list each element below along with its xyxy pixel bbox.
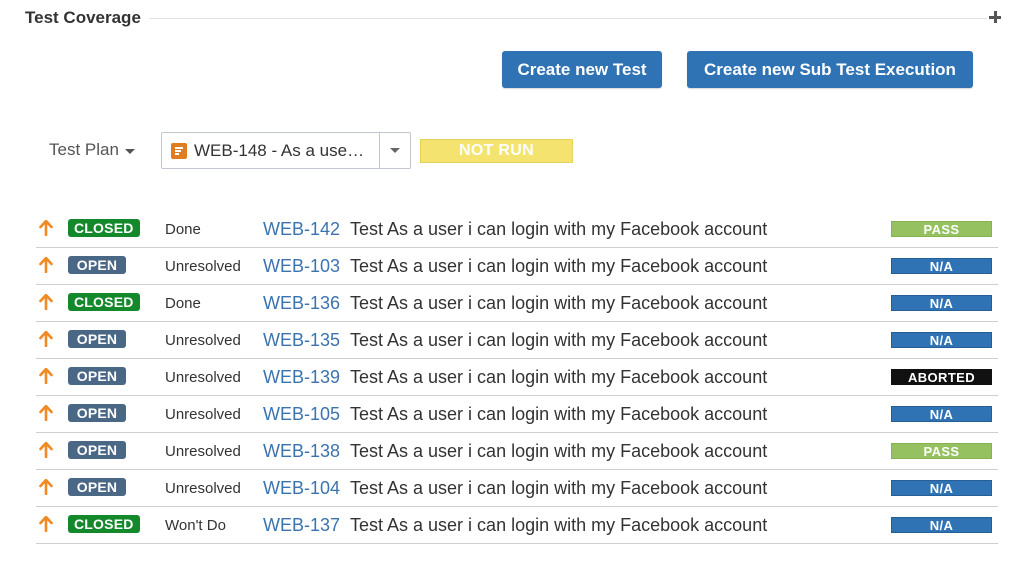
issue-status-badge: CLOSED: [68, 515, 140, 533]
execution-status-badge: PASS: [891, 221, 992, 237]
resolution-text: Unresolved: [165, 480, 241, 497]
execution-status-badge: N/A: [891, 406, 992, 422]
resolution-text: Unresolved: [165, 406, 241, 423]
issue-status-badge: OPEN: [68, 404, 126, 422]
test-row: CLOSED Won't Do WEB-137 Test As a user i ca…: [36, 507, 998, 544]
execution-status-badge: ABORTED: [891, 369, 992, 385]
create-new-test-button[interactable]: Create new Test: [502, 51, 662, 88]
test-row: OPEN Unresolved WEB-104 Test As a user i ca…: [36, 470, 998, 507]
resolution-text: Done: [165, 295, 201, 312]
chevron-down-icon[interactable]: [390, 148, 400, 153]
overall-status-badge: NOT RUN: [420, 139, 573, 163]
issue-status-badge: CLOSED: [68, 293, 140, 311]
caret-down-icon: [124, 148, 135, 154]
resolution-text: Unresolved: [165, 369, 241, 386]
priority-high-arrow-icon: [39, 368, 53, 384]
test-plan-selected-value: WEB-148 - As a use…: [194, 141, 365, 160]
test-row: OPEN Unresolved WEB-138 Test As a user i ca…: [36, 433, 998, 470]
execution-status-badge: PASS: [891, 443, 992, 459]
resolution-text: Unresolved: [165, 443, 241, 460]
issue-key-link[interactable]: WEB-105: [263, 404, 340, 425]
section-header: Test Coverage: [25, 6, 1001, 30]
header-divider: [145, 18, 987, 19]
issue-summary: Test As a user i can login with my Faceb…: [350, 515, 768, 535]
test-row: OPEN Unresolved WEB-105 Test As a user i ca…: [36, 396, 998, 433]
issue-summary: Test As a user i can login with my Faceb…: [350, 367, 768, 387]
test-plan-label: Test Plan: [49, 140, 119, 159]
issue-summary: Test As a user i can login with my Faceb…: [350, 330, 768, 350]
test-plan-dropdown-label[interactable]: Test Plan: [49, 140, 135, 160]
test-row: OPEN Unresolved WEB-103 Test As a user i ca…: [36, 248, 998, 285]
issue-summary: Test As a user i can login with my Faceb…: [350, 219, 768, 239]
section-title: Test Coverage: [25, 8, 149, 28]
priority-high-arrow-icon: [39, 516, 53, 532]
priority-high-arrow-icon: [39, 294, 53, 310]
priority-high-arrow-icon: [39, 405, 53, 421]
issue-status-badge: OPEN: [68, 441, 126, 459]
issue-status-badge: CLOSED: [68, 219, 140, 237]
issue-key-link[interactable]: WEB-136: [263, 293, 340, 314]
execution-status-badge: N/A: [891, 258, 992, 274]
issue-summary: Test As a user i can login with my Faceb…: [350, 293, 768, 313]
priority-high-arrow-icon: [39, 479, 53, 495]
create-sub-test-execution-button[interactable]: Create new Sub Test Execution: [687, 51, 973, 88]
execution-status-badge: N/A: [891, 295, 992, 311]
test-row: CLOSED Done WEB-136 Test As a user i can lo…: [36, 285, 998, 322]
issue-summary: Test As a user i can login with my Faceb…: [350, 441, 768, 461]
priority-high-arrow-icon: [39, 331, 53, 347]
issue-status-badge: OPEN: [68, 478, 126, 496]
resolution-text: Won't Do: [165, 517, 226, 534]
select-divider: [379, 133, 380, 168]
resolution-text: Done: [165, 221, 201, 238]
issue-summary: Test As a user i can login with my Faceb…: [350, 256, 768, 276]
issue-status-badge: OPEN: [68, 367, 126, 385]
issue-key-link[interactable]: WEB-137: [263, 515, 340, 536]
plus-icon[interactable]: [987, 9, 1003, 25]
issue-key-link[interactable]: WEB-138: [263, 441, 340, 462]
test-row: OPEN Unresolved WEB-135 Test As a user i ca…: [36, 322, 998, 359]
resolution-text: Unresolved: [165, 332, 241, 349]
execution-status-badge: N/A: [891, 332, 992, 348]
issue-summary: Test As a user i can login with my Faceb…: [350, 478, 768, 498]
execution-status-badge: N/A: [891, 480, 992, 496]
priority-high-arrow-icon: [39, 220, 53, 236]
priority-high-arrow-icon: [39, 442, 53, 458]
story-icon: [171, 143, 187, 159]
test-plan-select[interactable]: WEB-148 - As a use…: [161, 132, 411, 169]
issue-key-link[interactable]: WEB-104: [263, 478, 340, 499]
issue-summary: Test As a user i can login with my Faceb…: [350, 404, 768, 424]
issue-key-link[interactable]: WEB-103: [263, 256, 340, 277]
issue-status-badge: OPEN: [68, 330, 126, 348]
test-row: OPEN Unresolved WEB-139 Test As a user i ca…: [36, 359, 998, 396]
issue-key-link[interactable]: WEB-135: [263, 330, 340, 351]
execution-status-badge: N/A: [891, 517, 992, 533]
issue-key-link[interactable]: WEB-139: [263, 367, 340, 388]
resolution-text: Unresolved: [165, 258, 241, 275]
test-row: CLOSED Done WEB-142 Test As a user i can lo…: [36, 211, 998, 248]
test-coverage-table: CLOSED Done WEB-142 Test As a user i can lo…: [36, 211, 998, 544]
issue-key-link[interactable]: WEB-142: [263, 219, 340, 240]
priority-high-arrow-icon: [39, 257, 53, 273]
issue-status-badge: OPEN: [68, 256, 126, 274]
